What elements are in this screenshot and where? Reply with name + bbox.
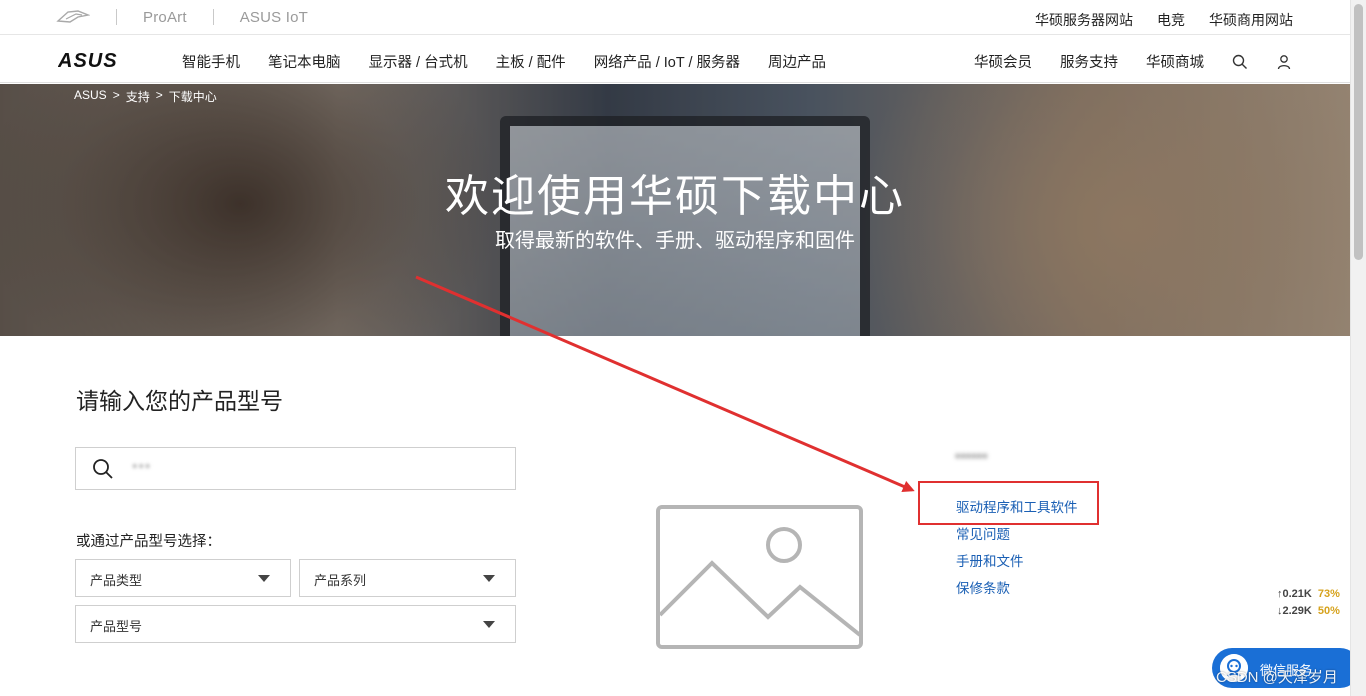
upload-speed: ↑0.21K [1277, 588, 1312, 600]
product-image-placeholder-icon [656, 505, 863, 649]
breadcrumb-separator: > [112, 88, 120, 102]
breadcrumb-support[interactable]: 支持 [126, 88, 150, 105]
search-icon [93, 459, 113, 479]
watermark: CSDN @天泽岁月 [1216, 669, 1338, 686]
page-subtitle: 取得最新的软件、手册、驱动程序和固件 [495, 230, 855, 252]
nav-menu: 智能手机 笔记本电脑 显示器 / 台式机 主板 / 配件 网络产品 / IoT … [182, 51, 826, 72]
page-scrollbar[interactable] [1350, 0, 1366, 696]
divider [212, 9, 214, 25]
cpu-percent: 73% [1317, 588, 1340, 600]
brand-proart[interactable]: ProArt [143, 9, 187, 26]
breadcrumb-download-center: 下载中心 [168, 90, 217, 104]
memory-percent: 50% [1317, 605, 1340, 617]
nav-item-peripherals[interactable]: 周边产品 [768, 51, 826, 72]
product-series-value: 产品系列 [314, 573, 367, 588]
search-input[interactable]: *** [75, 447, 516, 490]
scrollbar-thumb[interactable] [1354, 4, 1363, 260]
rog-logo-icon[interactable] [56, 8, 90, 26]
chevron-down-icon [483, 575, 495, 582]
main-nav: ASUS 智能手机 笔记本电脑 显示器 / 台式机 主板 / 配件 网络产品 /… [0, 35, 1350, 83]
breadcrumb: ASUS > 支持 > 下载中心 [74, 88, 217, 105]
search-input-value: *** [132, 460, 152, 476]
faq-link[interactable]: 常见问题 [956, 527, 1078, 554]
hero-banner: ASUS > 支持 > 下载中心 欢迎使用华硕下载中心 取得最新的软件、手册、驱… [0, 84, 1350, 336]
nav-item-displays-desktops[interactable]: 显示器 / 台式机 [369, 51, 468, 72]
chevron-down-icon [258, 575, 270, 582]
divider [116, 9, 117, 25]
asus-logo[interactable]: ASUS [58, 51, 136, 69]
download-speed: ↓2.29K [1277, 605, 1312, 617]
manuals-docs-link[interactable]: 手册和文件 [956, 554, 1078, 581]
server-site-link[interactable]: 华硕服务器网站 [1035, 10, 1133, 30]
annotation-highlight-box [918, 481, 1099, 525]
breadcrumb-asus[interactable]: ASUS [74, 88, 107, 105]
nav-item-support[interactable]: 服务支持 [1060, 51, 1118, 72]
nav-item-smartphones[interactable]: 智能手机 [182, 51, 240, 72]
search-icon[interactable] [1232, 54, 1248, 70]
search-prompt: 请输入您的产品型号 [76, 388, 283, 414]
nav-item-networking[interactable]: 网络产品 / IoT / 服务器 [594, 51, 740, 72]
warranty-link[interactable]: 保修条款 [956, 581, 1078, 608]
nav-right: 华硕会员 服务支持 华硕商城 [974, 51, 1292, 72]
chevron-down-icon [483, 621, 495, 628]
breadcrumb-separator: > [155, 88, 163, 102]
gaming-link[interactable]: 电竞 [1157, 10, 1185, 30]
top-links: 华硕服务器网站 电竞 华硕商用网站 [1035, 10, 1293, 30]
product-model-select[interactable]: 产品型号 [75, 605, 516, 643]
product-name: ****** [955, 450, 988, 466]
product-model-value: 产品型号 [90, 619, 143, 634]
selector-label: 或通过产品型号选择： [76, 534, 221, 550]
network-speed-widget: ↑0.21K 73% ↓2.29K 50% [1277, 586, 1340, 620]
page-title: 欢迎使用华硕下载中心 [445, 172, 905, 221]
product-type-select[interactable]: 产品类型 [75, 559, 291, 597]
nav-item-membership[interactable]: 华硕会员 [974, 51, 1032, 72]
nav-item-store[interactable]: 华硕商城 [1146, 51, 1204, 72]
nav-item-laptops[interactable]: 笔记本电脑 [268, 51, 341, 72]
user-icon[interactable] [1276, 54, 1292, 70]
svg-text:ASUS: ASUS [58, 51, 118, 69]
brand-asus-iot[interactable]: ASUS IoT [240, 9, 308, 26]
business-site-link[interactable]: 华硕商用网站 [1209, 10, 1293, 30]
top-brand-bar: ProArt ASUS IoT 华硕服务器网站 电竞 华硕商用网站 [0, 0, 1350, 35]
product-type-value: 产品类型 [90, 573, 143, 588]
product-series-select[interactable]: 产品系列 [299, 559, 516, 597]
brand-links: ProArt ASUS IoT [56, 8, 308, 26]
nav-item-motherboards[interactable]: 主板 / 配件 [496, 51, 566, 72]
